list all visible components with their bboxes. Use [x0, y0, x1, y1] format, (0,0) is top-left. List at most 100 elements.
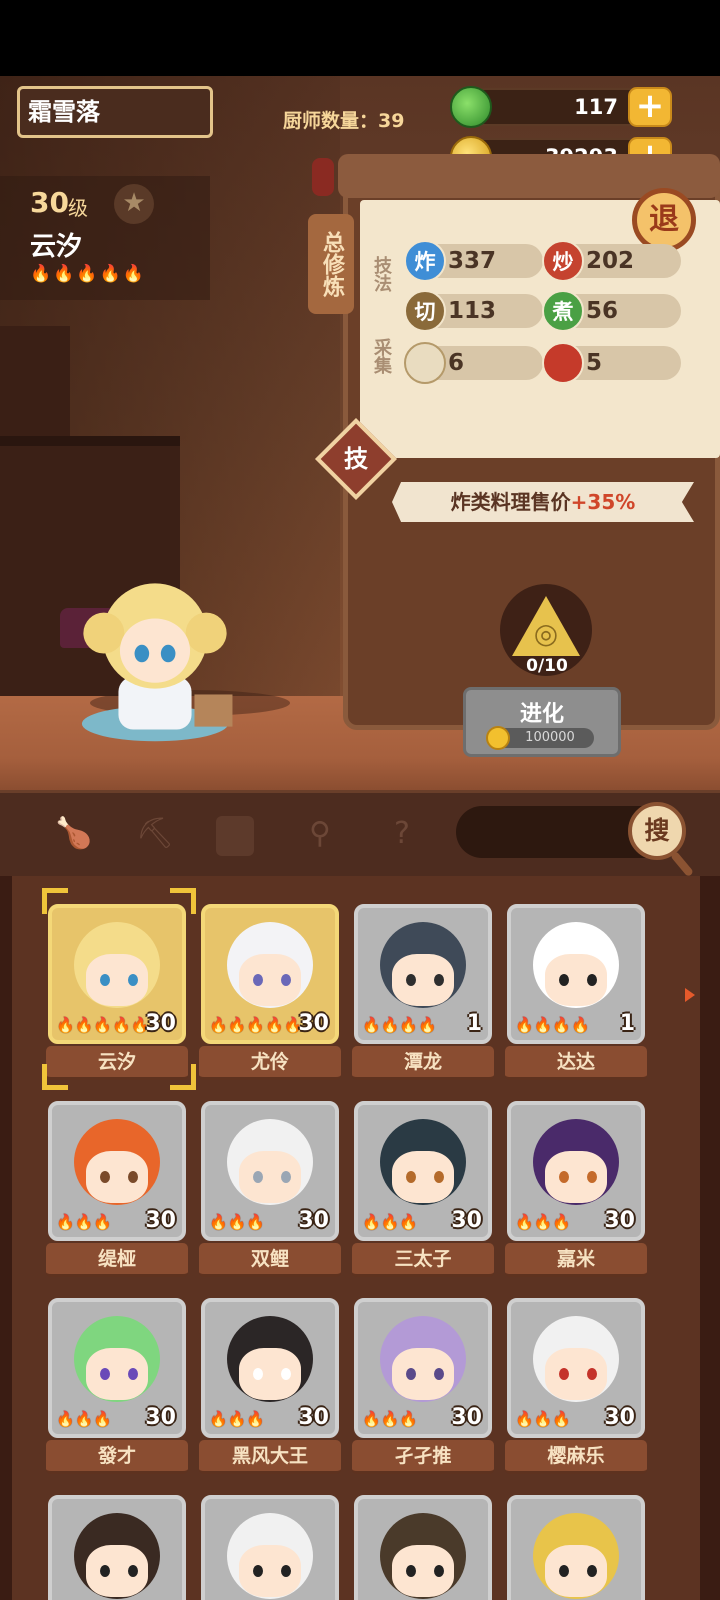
chef-eye — [587, 1368, 597, 1380]
cut-icon: 切 — [404, 290, 446, 332]
chef-card[interactable]: 🔥🔥🔥 30 嘉米 — [505, 1101, 647, 1281]
chef-card[interactable]: 🔥🔥🔥 30 發才 — [46, 1298, 188, 1478]
chef-eye — [281, 1565, 291, 1577]
chef-card-level: 30 — [298, 1208, 329, 1233]
chef-portrait-frame — [201, 1495, 339, 1600]
chef-card[interactable]: 🔥🔥🔥🔥🔥 30 云汐 — [46, 904, 188, 1084]
chef-portrait-frame: 🔥🔥🔥🔥 1 — [507, 904, 645, 1044]
favorite-star-icon[interactable]: ★ — [114, 184, 154, 224]
total-training-tab[interactable]: 总修炼 — [308, 214, 354, 314]
chef-face — [86, 1348, 148, 1400]
chef-eye — [100, 1368, 110, 1380]
player-name[interactable]: 霜雪落 — [17, 86, 213, 138]
chef-card[interactable]: 🔥🔥🔥 30 缇桠 — [46, 1101, 188, 1281]
chef-portrait-frame: 🔥🔥🔥 30 — [354, 1101, 492, 1241]
chef-face — [239, 1348, 301, 1400]
chef-face — [545, 1151, 607, 1203]
chef-face — [392, 1348, 454, 1400]
evolution-count: 0/10 — [526, 656, 568, 676]
jar-icon[interactable] — [216, 816, 254, 856]
chef-card[interactable]: 🔥🔥🔥 30 双鲤 — [199, 1101, 341, 1281]
chef-eye — [559, 1171, 569, 1183]
skill-boil: 煮 56 — [542, 290, 681, 332]
chef-face — [392, 1545, 454, 1597]
chef-card-level: 1 — [619, 1011, 635, 1036]
chef-portrait-frame: 🔥🔥🔥 30 — [48, 1298, 186, 1438]
chef-card-name: 缇桠 — [46, 1243, 188, 1277]
chef-eye — [253, 1565, 263, 1577]
chef-eye — [128, 1368, 138, 1380]
chef-eye — [434, 1565, 444, 1577]
chef-card[interactable]: 🔥🔥🔥🔥🔥 30 尤伶 — [199, 904, 341, 1084]
skill-cut: 切 113 — [404, 290, 543, 332]
selected-chef-figure[interactable] — [60, 560, 250, 750]
chef-level: 30 — [30, 186, 69, 219]
map-question-icon[interactable]: ? — [380, 812, 424, 856]
chef-card-level: 30 — [298, 1405, 329, 1430]
boil-icon: 煮 — [542, 290, 584, 332]
chef-eye — [406, 1565, 416, 1577]
chef-eye — [253, 1171, 263, 1183]
chef-eye — [406, 1368, 416, 1380]
selection-corner — [42, 1064, 68, 1090]
chef-card-level: 30 — [451, 1405, 482, 1430]
chef-face — [545, 954, 607, 1006]
chef-card[interactable]: 🔥🔥🔥🔥 1 达达 — [505, 904, 647, 1084]
chef-rarity-flames: 🔥🔥🔥 — [515, 1213, 572, 1231]
chef-face — [239, 954, 301, 1006]
chef-eye — [559, 1368, 569, 1380]
chef-card[interactable] — [507, 1495, 645, 1600]
chef-eye — [587, 1565, 597, 1577]
chef-card[interactable]: 🔥🔥🔥 30 三太子 — [352, 1101, 494, 1281]
chef-eye — [253, 1368, 263, 1380]
meat-leg-icon[interactable]: 🍗 — [52, 812, 96, 856]
chef-portrait-frame: 🔥🔥🔥 30 — [201, 1101, 339, 1241]
chef-card[interactable]: 🔥🔥🔥 30 黑风大王 — [199, 1298, 341, 1478]
chef-card-name: 黑风大王 — [199, 1440, 341, 1474]
chef-card[interactable] — [48, 1495, 186, 1600]
chef-portrait-frame: 🔥🔥🔥🔥🔥 30 — [48, 904, 186, 1044]
chef-card-level: 30 — [604, 1208, 635, 1233]
chef-card[interactable]: 🔥🔥🔥 30 孑孑推 — [352, 1298, 494, 1478]
chef-card-level: 30 — [145, 1011, 176, 1036]
chef-rarity-flames: 🔥🔥🔥🔥🔥 — [209, 1016, 303, 1034]
chef-face — [545, 1545, 607, 1597]
chef-card-name: 达达 — [505, 1046, 647, 1080]
search-button[interactable]: 搜 — [628, 802, 686, 860]
retreat-button[interactable]: 退 — [632, 188, 696, 252]
technique-label: 技法 — [371, 256, 392, 292]
chef-rarity-flames: 🔥🔥🔥 — [362, 1213, 419, 1231]
chef-eye — [100, 1565, 110, 1577]
chef-card[interactable]: 🔥🔥🔥🔥 1 潭龙 — [352, 904, 494, 1084]
shovel-icon[interactable]: ⛏ — [133, 812, 177, 856]
chef-card-name: 發才 — [46, 1440, 188, 1474]
chef-eye — [587, 974, 597, 986]
add-jade-button[interactable]: + — [628, 87, 672, 127]
shelf — [0, 326, 70, 446]
chef-card-name: 潭龙 — [352, 1046, 494, 1080]
chef-card[interactable] — [354, 1495, 492, 1600]
chef-card-name: 嘉米 — [505, 1243, 647, 1277]
chef-eye — [281, 974, 291, 986]
chef-eye — [559, 974, 569, 986]
chef-face — [86, 1151, 148, 1203]
chef-eye — [253, 974, 263, 986]
chef-card[interactable] — [201, 1495, 339, 1600]
chef-card-level: 30 — [145, 1208, 176, 1233]
stirfry-icon: 炒 — [542, 240, 584, 282]
chef-portrait-frame — [354, 1495, 492, 1600]
coin-icon — [486, 726, 510, 750]
chef-rarity-flames: 🔥🔥🔥 — [56, 1410, 113, 1428]
chef-face — [239, 1545, 301, 1597]
chef-card-name: 尤伶 — [199, 1046, 341, 1080]
rice-icon — [404, 342, 446, 384]
skill-fry: 炸 337 — [404, 240, 543, 282]
chef-card[interactable]: 🔥🔥🔥 30 樱麻乐 — [505, 1298, 647, 1478]
chef-rarity-flames: 🔥🔥🔥 — [362, 1410, 419, 1428]
fry-icon: 炸 — [404, 240, 446, 282]
evolve-button[interactable]: 进化 100000 — [463, 687, 621, 757]
skill-badge-label: 技 — [344, 445, 368, 473]
chef-card-level: 30 — [145, 1405, 176, 1430]
map-pin-icon[interactable]: ⚲ — [298, 812, 342, 856]
scroll-arrow-icon — [685, 988, 695, 1002]
